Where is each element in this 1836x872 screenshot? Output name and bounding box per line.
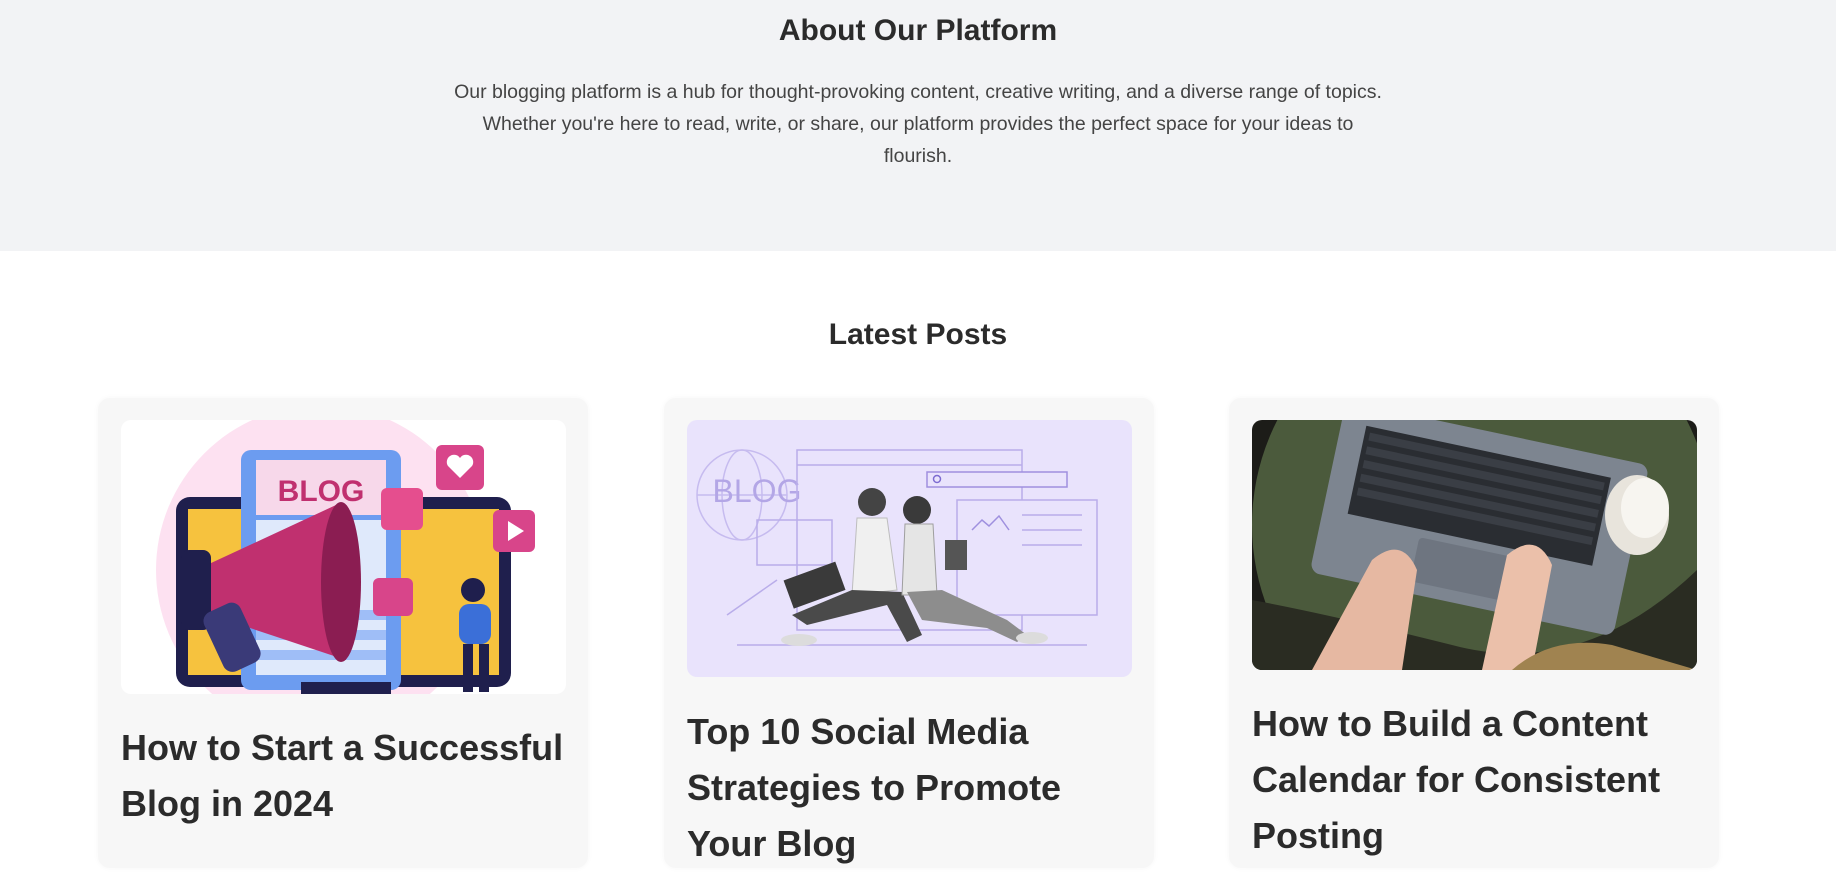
post-title[interactable]: Top 10 Social Media Strategies to Promot…: [687, 704, 1132, 872]
post-title[interactable]: How to Start a Successful Blog in 2024: [121, 720, 566, 832]
blog-illustration-text: BLOG: [713, 473, 802, 509]
about-description: Our blogging platform is a hub for thoug…: [418, 76, 1418, 172]
about-description-line-3: flourish.: [883, 145, 953, 167]
about-section: About Our Platform Our blogging platform…: [0, 0, 1836, 251]
about-title: About Our Platform: [778, 14, 1058, 47]
post-card[interactable]: BLOG Top 10 Social Media Strategies to P…: [664, 398, 1154, 868]
post-card[interactable]: BLOG How to Start a Successful Blog in 2…: [98, 398, 588, 868]
post-card[interactable]: How to Build a Content Calendar for Cons…: [1229, 398, 1719, 868]
about-description-line-1: Our blogging platform is a hub for thoug…: [454, 81, 1382, 103]
post-image-blog-megaphone[interactable]: BLOG: [121, 420, 566, 694]
post-image-social-media[interactable]: BLOG: [687, 420, 1132, 677]
post-title[interactable]: How to Build a Content Calendar for Cons…: [1252, 696, 1697, 864]
latest-posts-title: Latest Posts: [828, 318, 1008, 351]
about-description-line-2: Whether you're here to read, write, or s…: [482, 113, 1354, 135]
blog-logo-text: BLOG: [278, 475, 365, 508]
post-image-laptop-desk[interactable]: [1252, 420, 1697, 670]
